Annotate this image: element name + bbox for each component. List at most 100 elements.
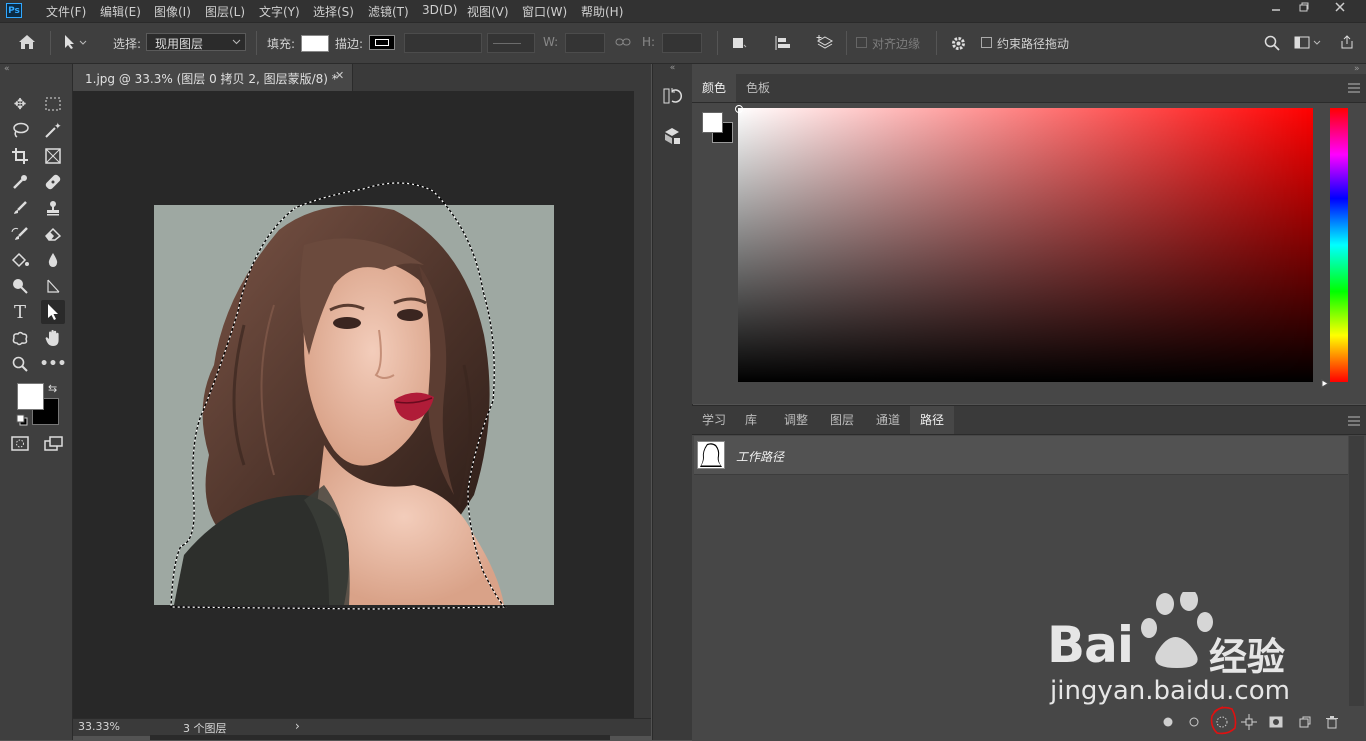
menu-file[interactable]: 文件(F) xyxy=(46,3,86,20)
foreground-color-chip[interactable] xyxy=(702,112,723,133)
link-icon[interactable] xyxy=(615,36,631,51)
tools-panel: « ✥ ✦ T ••• ⇆ xyxy=(0,64,73,740)
paths-scrollbar[interactable] xyxy=(1349,436,1364,706)
tab-layers[interactable]: 图层 xyxy=(820,406,864,434)
foreground-color-swatch[interactable] xyxy=(17,383,44,410)
fill-path-icon[interactable] xyxy=(1159,713,1177,731)
history-panel-icon[interactable] xyxy=(662,86,682,109)
default-colors-icon[interactable] xyxy=(16,414,28,429)
tab-channels[interactable]: 通道 xyxy=(866,406,910,434)
history-brush-icon[interactable] xyxy=(8,222,32,246)
properties-panel-icon[interactable] xyxy=(662,126,682,149)
tab-color[interactable]: 颜色 xyxy=(692,74,737,102)
magic-wand-icon[interactable]: ✦ xyxy=(41,118,65,142)
stroke-width-field[interactable] xyxy=(404,33,482,53)
document-tab[interactable]: 1.jpg @ 33.3% (图层 0 拷贝 2, 图层蒙版/8) * ✕ xyxy=(73,64,353,91)
make-work-path-icon[interactable] xyxy=(1240,713,1258,731)
share-icon[interactable] xyxy=(1339,34,1355,53)
zoom-tool-icon[interactable] xyxy=(8,352,32,376)
workspace-icon[interactable] xyxy=(1294,36,1324,53)
type-tool-icon[interactable]: T xyxy=(8,300,32,324)
stroke-label: 描边: xyxy=(335,37,364,51)
screen-mode-icon[interactable] xyxy=(44,436,64,455)
menu-3d[interactable]: 3D(D) xyxy=(422,3,457,17)
path-selection-tool-icon[interactable] xyxy=(62,34,88,53)
menu-view[interactable]: 视图(V) xyxy=(467,3,509,20)
dodge-tool-icon[interactable] xyxy=(8,274,32,298)
select-dropdown[interactable]: 现用图层 xyxy=(146,33,246,51)
collapse-left-icon[interactable]: « xyxy=(4,64,10,74)
constrain-path-checkbox[interactable] xyxy=(981,37,992,48)
new-path-icon[interactable] xyxy=(1296,713,1314,731)
baidu-watermark: Bai 经验 jingyan.baidu.com xyxy=(1045,589,1305,712)
tab-adjustments[interactable]: 调整 xyxy=(774,406,818,434)
menu-help[interactable]: 帮助(H) xyxy=(581,3,623,20)
tab-learn[interactable]: 学习 xyxy=(692,406,736,434)
zoom-level[interactable]: 33.33% xyxy=(78,720,120,733)
stroke-type-dropdown[interactable] xyxy=(487,33,535,53)
home-icon[interactable] xyxy=(18,34,36,53)
collapse-dock-icon[interactable]: « xyxy=(653,64,692,73)
lasso-tool-icon[interactable] xyxy=(8,118,32,142)
restore-icon[interactable] xyxy=(1290,0,1318,22)
search-icon[interactable] xyxy=(1264,35,1280,54)
blur-tool-icon[interactable] xyxy=(41,248,65,272)
menu-layer[interactable]: 图层(L) xyxy=(205,3,245,20)
path-alignment-icon[interactable] xyxy=(774,35,792,54)
align-edges-checkbox[interactable] xyxy=(856,37,867,48)
move-tool-icon[interactable]: ✥ xyxy=(8,92,32,116)
more-tools-icon[interactable]: ••• xyxy=(40,352,67,376)
hue-slider-handle[interactable] xyxy=(1321,377,1329,391)
status-menu-arrow-icon[interactable]: › xyxy=(295,719,300,733)
brush-tool-icon[interactable] xyxy=(8,196,32,220)
path-arrangement-icon[interactable] xyxy=(815,34,835,55)
clone-stamp-icon[interactable] xyxy=(41,196,65,220)
color-picker-field[interactable] xyxy=(738,108,1313,382)
add-mask-icon[interactable] xyxy=(1267,713,1285,731)
stroke-swatch[interactable] xyxy=(369,35,395,50)
horizontal-scrollbar[interactable] xyxy=(150,735,610,740)
path-operations-icon[interactable] xyxy=(732,36,748,53)
menu-image[interactable]: 图像(I) xyxy=(154,3,191,20)
tab-libraries[interactable]: 库 xyxy=(735,406,767,434)
gear-icon[interactable] xyxy=(950,35,967,55)
hue-slider[interactable] xyxy=(1330,108,1348,382)
close-icon[interactable] xyxy=(1326,0,1354,22)
tab-paths[interactable]: 路径 xyxy=(910,406,955,434)
hand-tool-icon[interactable] xyxy=(41,326,65,350)
stroke-path-icon[interactable] xyxy=(1185,713,1203,731)
menu-window[interactable]: 窗口(W) xyxy=(522,3,567,20)
fill-swatch[interactable] xyxy=(301,35,329,52)
path-row-work-path[interactable]: 工作路径 xyxy=(694,436,1348,475)
delete-path-icon[interactable] xyxy=(1323,713,1341,731)
menu-select[interactable]: 选择(S) xyxy=(313,3,354,20)
eraser-tool-icon[interactable] xyxy=(41,222,65,246)
menu-type[interactable]: 文字(Y) xyxy=(259,3,300,20)
custom-shape-icon[interactable] xyxy=(8,326,32,350)
minimize-icon[interactable] xyxy=(1262,0,1290,22)
frame-tool-icon[interactable] xyxy=(41,144,65,168)
color-picker-handle[interactable] xyxy=(735,105,743,113)
crop-tool-icon[interactable] xyxy=(8,144,32,168)
marquee-tool-icon[interactable] xyxy=(41,92,65,116)
panel-menu-icon[interactable] xyxy=(1348,82,1360,96)
eyedropper-icon[interactable] xyxy=(8,170,32,194)
document-tab-title: 1.jpg @ 33.3% (图层 0 拷贝 2, 图层蒙版/8) * xyxy=(85,72,338,86)
collapse-panels-icon[interactable]: » xyxy=(1354,64,1360,74)
swap-colors-icon[interactable]: ⇆ xyxy=(48,382,57,395)
quick-mask-icon[interactable] xyxy=(11,436,29,455)
tab-swatches[interactable]: 色板 xyxy=(736,74,780,102)
height-field[interactable] xyxy=(662,33,702,53)
status-bar: 33.33% 3 个图层 › xyxy=(73,718,651,736)
select-dropdown-value: 现用图层 xyxy=(155,37,204,51)
healing-brush-icon[interactable] xyxy=(41,170,65,194)
panel-menu-icon[interactable] xyxy=(1348,415,1360,429)
direct-selection-tool-icon[interactable] xyxy=(41,300,65,324)
menu-filter[interactable]: 滤镜(T) xyxy=(368,3,409,20)
pen-angle-icon[interactable] xyxy=(41,274,65,298)
paint-bucket-icon[interactable] xyxy=(8,248,32,272)
menu-edit[interactable]: 编辑(E) xyxy=(100,3,141,20)
vertical-scrollbar[interactable] xyxy=(634,91,651,718)
close-tab-icon[interactable]: ✕ xyxy=(335,69,344,82)
width-field[interactable] xyxy=(565,33,605,53)
